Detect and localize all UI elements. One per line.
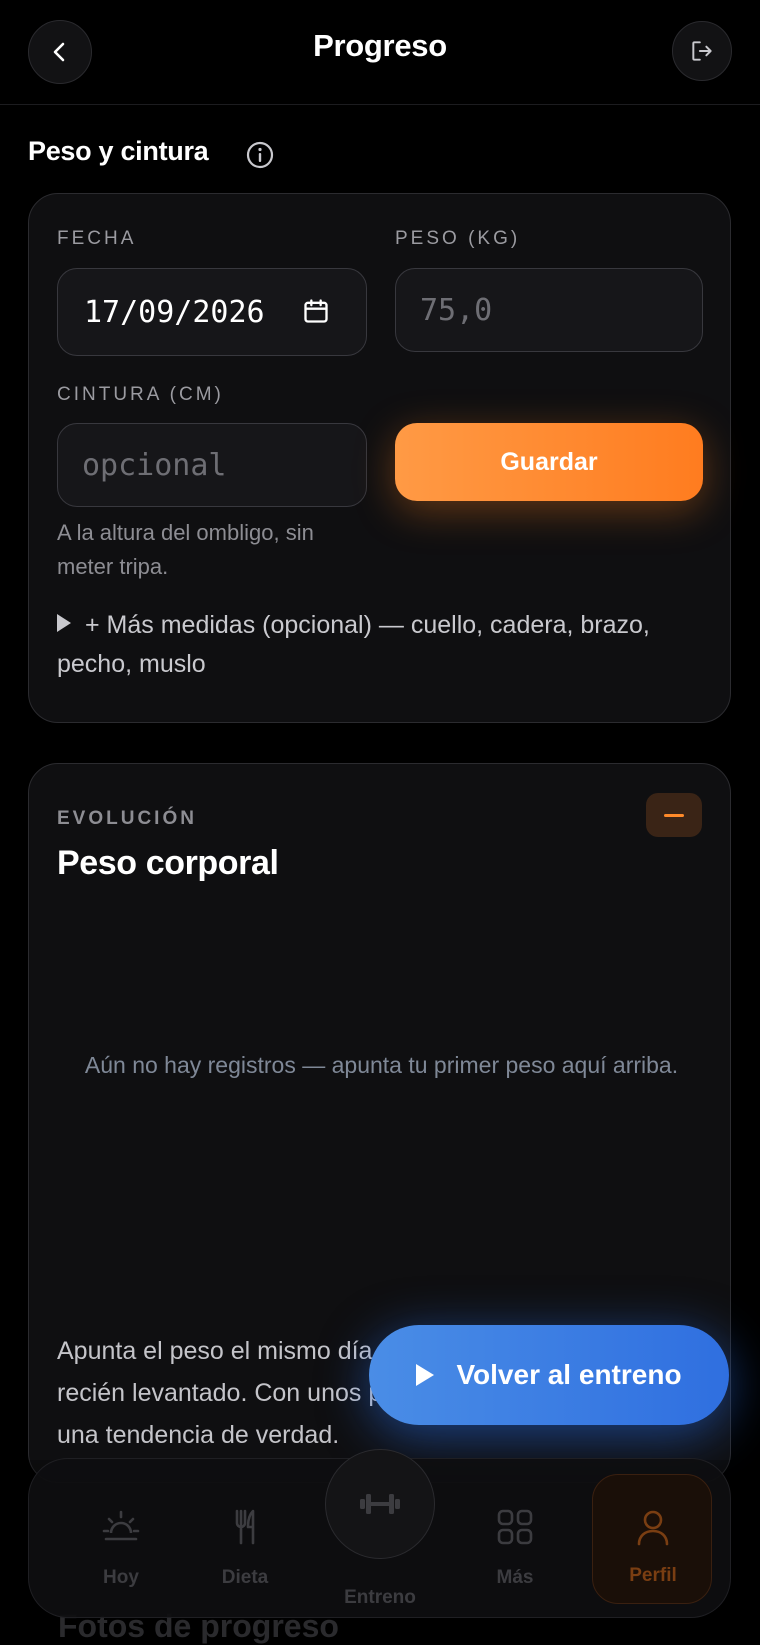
weight-input[interactable]: 75,0 [395, 268, 703, 352]
peso-label: PESO (KG) [395, 228, 521, 249]
more-measures-label: + Más medidas (opcional) — cuello, cader… [57, 611, 650, 678]
nav-label-mas: Más [496, 1567, 534, 1588]
nav-item-mas[interactable]: Más [455, 1459, 575, 1619]
nav-item-dieta[interactable]: Dieta [185, 1459, 305, 1619]
more-measures-toggle[interactable]: + Más medidas (opcional) — cuello, cader… [57, 606, 677, 684]
back-to-workout-label: Volver al entreno [456, 1359, 682, 1390]
weight-form-card: FECHA 17/09/2026 PESO (KG) 75,0 CINTURA … [28, 193, 731, 723]
disclosure-triangle-icon [57, 614, 71, 633]
nav-label-hoy: Hoy [103, 1567, 139, 1588]
section-title: Peso y cintura [28, 136, 209, 166]
nav-item-perfil[interactable]: Perfil [592, 1474, 712, 1604]
collapse-button[interactable] [646, 793, 702, 837]
weight-placeholder: 75,0 [420, 292, 493, 328]
nav-label-perfil: Perfil [629, 1565, 677, 1586]
bottom-nav: Hoy Dieta Entreno Más Perfil [28, 1449, 731, 1619]
user-icon [637, 1510, 669, 1546]
evolution-title: Peso corporal [57, 844, 279, 882]
date-input[interactable]: 17/09/2026 [57, 268, 367, 356]
save-button[interactable]: Guardar [395, 423, 703, 501]
fecha-label: FECHA [57, 228, 137, 249]
back-to-workout-button[interactable]: Volver al entreno [369, 1325, 729, 1425]
dumbbell-icon [360, 1494, 400, 1514]
evolution-eyebrow: EVOLUCIÓN [57, 808, 197, 829]
nav-item-hoy[interactable]: Hoy [61, 1459, 181, 1619]
minus-icon [664, 813, 684, 817]
waist-hint: A la altura del ombligo, sin meter tripa… [57, 520, 314, 579]
logout-button[interactable] [672, 21, 732, 81]
cintura-label: CINTURA (CM) [57, 384, 224, 405]
waist-input[interactable]: opcional [57, 423, 367, 507]
page-title: Progreso [313, 28, 447, 63]
info-icon[interactable] [245, 140, 275, 170]
grid-icon [497, 1509, 533, 1545]
utensils-icon [235, 1509, 255, 1545]
empty-state-text: Aún no hay registros — apunta tu primer … [84, 1052, 679, 1078]
app-header: Progreso [0, 0, 760, 105]
sunrise-icon [102, 1510, 140, 1541]
play-icon [416, 1364, 435, 1386]
nav-label-entreno: Entreno [344, 1587, 416, 1608]
logout-icon [692, 41, 712, 61]
nav-label-dieta: Dieta [221, 1567, 269, 1588]
waist-placeholder: opcional [82, 447, 227, 483]
date-value: 17/09/2026 [84, 294, 265, 330]
calendar-icon[interactable] [302, 297, 330, 325]
nav-item-entreno[interactable] [325, 1449, 435, 1559]
